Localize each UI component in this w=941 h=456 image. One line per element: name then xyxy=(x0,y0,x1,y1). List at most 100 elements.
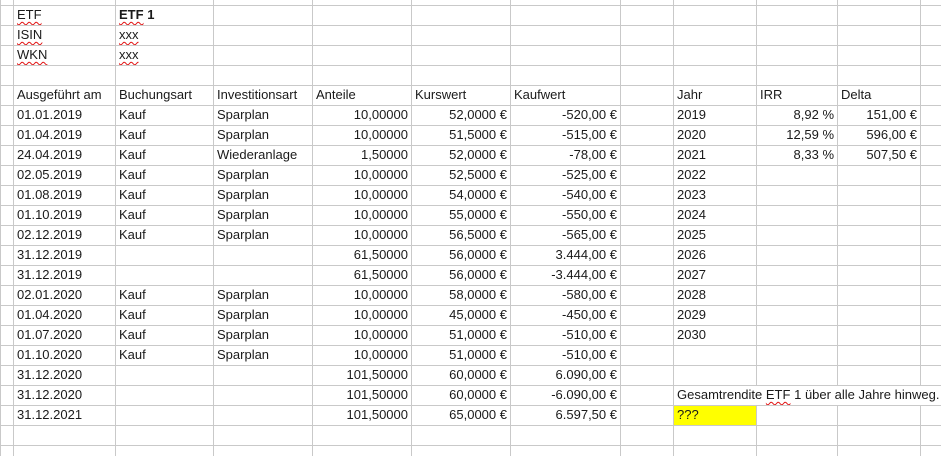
cell-kurswert[interactable]: 52,5000 € xyxy=(411,164,511,186)
cell[interactable] xyxy=(620,24,674,46)
cell[interactable] xyxy=(756,24,838,46)
cell[interactable] xyxy=(510,44,621,66)
cell[interactable] xyxy=(756,64,838,86)
cell-kaufwert[interactable]: -510,00 € xyxy=(510,344,621,366)
cell[interactable] xyxy=(213,444,313,456)
cell-jahr[interactable]: 2019 xyxy=(673,104,757,126)
cell[interactable] xyxy=(0,304,14,326)
cell[interactable] xyxy=(312,444,412,456)
cell[interactable] xyxy=(837,44,921,66)
cell[interactable] xyxy=(213,4,313,26)
cell[interactable] xyxy=(920,304,941,326)
cell-buchungsart[interactable] xyxy=(115,384,214,406)
cell[interactable] xyxy=(115,64,214,86)
cell-kaufwert[interactable]: -78,00 € xyxy=(510,144,621,166)
cell-irr[interactable] xyxy=(756,224,838,246)
cell-irr[interactable] xyxy=(756,304,838,326)
cell[interactable] xyxy=(920,24,941,46)
cell-irr[interactable]: 8,33 % xyxy=(756,144,838,166)
cell[interactable] xyxy=(620,264,674,286)
cell-anteile[interactable]: 1,50000 xyxy=(312,144,412,166)
cell-investitionsart[interactable]: Sparplan xyxy=(213,324,313,346)
cell-kurswert[interactable]: 55,0000 € xyxy=(411,204,511,226)
cell-date[interactable]: 02.01.2020 xyxy=(13,284,116,306)
cell[interactable] xyxy=(620,104,674,126)
cell-jahr[interactable]: 2029 xyxy=(673,304,757,326)
cell[interactable] xyxy=(411,4,511,26)
cell[interactable] xyxy=(312,44,412,66)
header-cell[interactable]: Buchungsart xyxy=(115,84,214,106)
cell-kaufwert[interactable]: 6.090,00 € xyxy=(510,364,621,386)
cell-kaufwert[interactable]: -525,00 € xyxy=(510,164,621,186)
cell[interactable] xyxy=(0,404,14,426)
cell[interactable] xyxy=(920,444,941,456)
cell[interactable] xyxy=(837,344,921,366)
cell-date[interactable]: 31.12.2020 xyxy=(13,364,116,386)
cell-anteile[interactable]: 10,00000 xyxy=(312,184,412,206)
cell[interactable] xyxy=(837,404,921,426)
cell-anteile[interactable]: 10,00000 xyxy=(312,164,412,186)
cell-kurswert[interactable]: 52,0000 € xyxy=(411,104,511,126)
cell[interactable] xyxy=(13,424,116,446)
cell-delta[interactable]: 596,00 € xyxy=(837,124,921,146)
cell-date[interactable]: 01.04.2020 xyxy=(13,304,116,326)
cell[interactable] xyxy=(837,64,921,86)
cell-kurswert[interactable]: 51,0000 € xyxy=(411,344,511,366)
cell[interactable] xyxy=(920,404,941,426)
cell-anteile[interactable]: 101,50000 xyxy=(312,364,412,386)
cell-delta[interactable]: 151,00 € xyxy=(837,104,921,126)
cell[interactable] xyxy=(920,264,941,286)
cell[interactable] xyxy=(837,424,921,446)
cell-investitionsart[interactable]: Sparplan xyxy=(213,204,313,226)
cell-irr[interactable] xyxy=(756,244,838,266)
cell-date[interactable]: 01.07.2020 xyxy=(13,324,116,346)
cell[interactable] xyxy=(411,424,511,446)
cell-buchungsart[interactable] xyxy=(115,364,214,386)
cell[interactable] xyxy=(837,24,921,46)
cell-investitionsart[interactable]: Sparplan xyxy=(213,284,313,306)
cell-investitionsart[interactable]: Sparplan xyxy=(213,164,313,186)
cell-investitionsart[interactable] xyxy=(213,264,313,286)
cell-kurswert[interactable]: 60,0000 € xyxy=(411,364,511,386)
cell[interactable] xyxy=(920,104,941,126)
cell[interactable] xyxy=(673,444,757,456)
cell-date[interactable]: 02.05.2019 xyxy=(13,164,116,186)
cell-delta[interactable] xyxy=(837,164,921,186)
cell[interactable] xyxy=(920,364,941,386)
cell-kaufwert[interactable]: -450,00 € xyxy=(510,304,621,326)
cell-anteile[interactable]: 10,00000 xyxy=(312,304,412,326)
cell-anteile[interactable]: 10,00000 xyxy=(312,284,412,306)
cell[interactable] xyxy=(620,324,674,346)
cell-delta[interactable] xyxy=(837,184,921,206)
cell[interactable] xyxy=(510,424,621,446)
answer-cell[interactable]: ??? xyxy=(673,404,757,426)
cell-kaufwert[interactable]: -540,00 € xyxy=(510,184,621,206)
cell-kurswert[interactable]: 56,5000 € xyxy=(411,224,511,246)
cell[interactable] xyxy=(312,424,412,446)
cell[interactable] xyxy=(0,284,14,306)
cell[interactable] xyxy=(673,4,757,26)
cell[interactable] xyxy=(0,324,14,346)
cell[interactable] xyxy=(620,444,674,456)
cell[interactable] xyxy=(620,284,674,306)
cell-date[interactable]: 01.08.2019 xyxy=(13,184,116,206)
cell-irr[interactable] xyxy=(756,164,838,186)
cell[interactable] xyxy=(213,424,313,446)
cell-kurswert[interactable]: 45,0000 € xyxy=(411,304,511,326)
cell[interactable] xyxy=(837,364,921,386)
cell[interactable] xyxy=(756,404,838,426)
cell-delta[interactable] xyxy=(837,284,921,306)
cell[interactable] xyxy=(0,364,14,386)
cell[interactable] xyxy=(920,124,941,146)
cell[interactable] xyxy=(0,424,14,446)
cell[interactable] xyxy=(0,444,14,456)
cell-kurswert[interactable]: 51,0000 € xyxy=(411,324,511,346)
cell[interactable] xyxy=(920,244,941,266)
cell-kurswert[interactable]: 58,0000 € xyxy=(411,284,511,306)
cell-anteile[interactable]: 61,50000 xyxy=(312,264,412,286)
cell-buchungsart[interactable]: Kauf xyxy=(115,284,214,306)
cell-jahr[interactable]: 2028 xyxy=(673,284,757,306)
cell[interactable] xyxy=(411,64,511,86)
cell-kurswert[interactable]: 52,0000 € xyxy=(411,144,511,166)
cell[interactable] xyxy=(0,184,14,206)
